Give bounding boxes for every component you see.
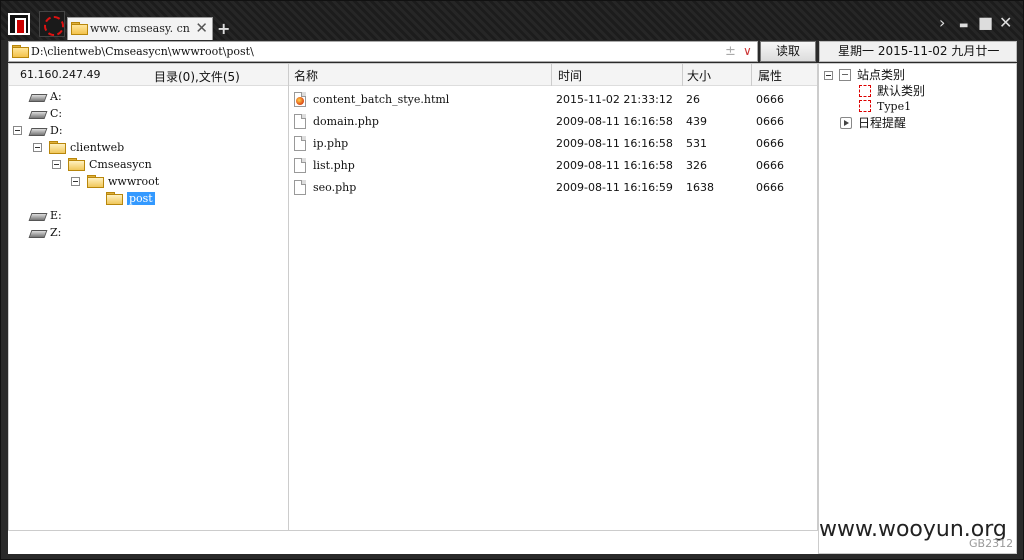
read-button[interactable]: 读取: [760, 41, 816, 62]
file-icon: [294, 136, 306, 151]
tree-item-drive-a[interactable]: A:: [29, 88, 62, 105]
column-divider[interactable]: [682, 64, 683, 86]
plus-minus-icon[interactable]: ±: [725, 44, 736, 59]
drive-icon: [29, 211, 45, 220]
collapse-icon[interactable]: [13, 126, 22, 135]
column-size[interactable]: 大小: [687, 67, 711, 84]
item-counts: 目录(0),文件(5): [154, 70, 240, 84]
minimize-button[interactable]: ▬: [959, 18, 968, 34]
drive-icon: [29, 126, 45, 135]
tree-item-drive-c[interactable]: C:: [29, 105, 62, 122]
column-name[interactable]: 名称: [294, 67, 318, 84]
drive-icon: [29, 228, 45, 237]
folder-icon: [106, 192, 123, 205]
address-bar[interactable]: D:\clientweb\Cmseasycn\wwwroot\post\ ± ∨: [8, 41, 758, 62]
schedule-icon: [840, 117, 852, 129]
category-tag-icon: [859, 85, 871, 97]
category-item-type1[interactable]: Type1: [859, 99, 911, 115]
column-divider[interactable]: [751, 64, 752, 86]
file-row[interactable]: domain.php 2009-08-11 16:16:58 439 0666: [289, 111, 814, 133]
html-file-icon: [294, 92, 306, 107]
tree-item-drive-d[interactable]: D:: [13, 122, 83, 139]
drive-icon: [29, 92, 45, 101]
file-icon: [294, 180, 306, 195]
path-input[interactable]: D:\clientweb\Cmseasycn\wwwroot\post\: [31, 45, 254, 58]
collapse-icon[interactable]: [33, 143, 42, 152]
collapse-icon[interactable]: [71, 177, 80, 186]
column-time[interactable]: 时间: [558, 67, 582, 84]
status-strip: [8, 531, 818, 554]
drive-icon: [29, 109, 45, 118]
directory-header: 61.160.247.49 目录(0),文件(5): [9, 64, 288, 86]
folder-icon: [68, 158, 85, 171]
collapse-icon[interactable]: [824, 71, 833, 80]
app-window: www. cmseasy. cn ✕ + › ▬ ■ ✕ D:\clientwe…: [0, 0, 1024, 560]
chevron-right-icon[interactable]: ›: [939, 15, 945, 31]
title-bar: www. cmseasy. cn ✕ + › ▬ ■ ✕: [1, 1, 1023, 40]
tree-item-cmseasycn[interactable]: Cmseasycn: [52, 156, 172, 173]
collapse-icon[interactable]: [52, 160, 61, 169]
folder-icon: [49, 141, 66, 154]
category-tag-icon: [859, 100, 871, 112]
file-list-panel: 名称 时间 大小 属性 content_batch_stye.html 2015…: [289, 63, 818, 531]
folder-icon: [87, 175, 104, 188]
app-logo-icon[interactable]: [8, 13, 30, 35]
category-item-default[interactable]: 默认类别: [859, 83, 925, 99]
category-icon: [839, 69, 851, 81]
directory-panel: 61.160.247.49 目录(0),文件(5) A: C: D: clien…: [8, 63, 289, 531]
schedule-reminder[interactable]: 日程提醒: [840, 115, 906, 131]
tab-label: www. cmseasy. cn: [90, 22, 190, 35]
chevron-down-icon[interactable]: ∨: [743, 44, 752, 58]
tree-item-clientweb[interactable]: clientweb: [33, 139, 153, 156]
encoding-label[interactable]: GB2312: [969, 537, 1013, 550]
close-window-button[interactable]: ✕: [999, 15, 1012, 31]
file-icon: [294, 158, 306, 173]
tree-item-post[interactable]: post: [106, 190, 155, 207]
column-divider[interactable]: [551, 64, 552, 86]
maximize-button[interactable]: ■: [978, 15, 993, 31]
date-display: 星期一 2015-11-02 九月廿一: [819, 41, 1017, 62]
folder-icon: [12, 45, 29, 58]
tree-item-drive-e[interactable]: E:: [29, 207, 62, 224]
close-tab-icon[interactable]: ✕: [195, 19, 208, 37]
tree-item-drive-z[interactable]: Z:: [29, 224, 61, 241]
file-row[interactable]: list.php 2009-08-11 16:16:58 326 0666: [289, 155, 814, 177]
file-icon: [294, 114, 306, 129]
site-category-panel: 站点类别 默认类别 Type1 日程提醒: [818, 63, 1017, 554]
file-row[interactable]: content_batch_stye.html 2015-11-02 21:33…: [289, 89, 814, 111]
file-list-header: 名称 时间 大小 属性: [289, 64, 817, 86]
column-attr[interactable]: 属性: [758, 67, 782, 84]
server-ip: 61.160.247.49: [20, 68, 101, 81]
site-category-root[interactable]: 站点类别: [824, 67, 905, 83]
target-icon[interactable]: [39, 11, 65, 37]
new-tab-button[interactable]: +: [217, 19, 230, 38]
file-row[interactable]: seo.php 2009-08-11 16:16:59 1638 0666: [289, 177, 814, 199]
tree-item-wwwroot[interactable]: wwwroot: [71, 173, 191, 190]
tab-site[interactable]: www. cmseasy. cn ✕: [67, 17, 213, 40]
folder-icon: [71, 22, 88, 35]
file-row[interactable]: ip.php 2009-08-11 16:16:58 531 0666: [289, 133, 814, 155]
